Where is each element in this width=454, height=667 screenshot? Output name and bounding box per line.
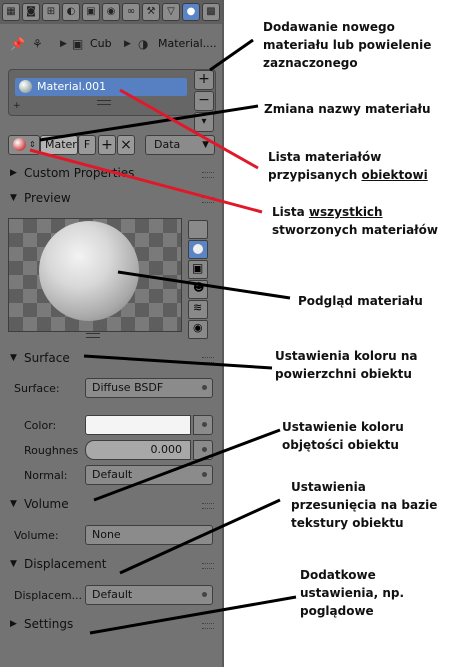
annotation-text: objętości obiektu bbox=[282, 438, 399, 452]
annotation-text: zaznaczonego bbox=[263, 56, 358, 70]
annotation-volume: Ustawienie koloru objętości obiektu bbox=[282, 418, 404, 454]
line-volume bbox=[93, 428, 281, 502]
annotation-text: Dodatkowe bbox=[300, 568, 376, 582]
annotation-preview: Podgląd materiału bbox=[298, 292, 423, 310]
annotation-text: powierzchni obiektu bbox=[275, 367, 412, 381]
annotation-object-list: Lista materiałów przypisanych obiektowi bbox=[268, 148, 428, 184]
annotation-text: Lista bbox=[272, 205, 309, 219]
annotation-text: ustawienia, np. bbox=[300, 586, 405, 600]
annotation-text: Dodawanie nowego bbox=[263, 20, 395, 34]
line-displacement bbox=[119, 498, 281, 575]
line-all-list bbox=[29, 148, 263, 214]
annotation-surface: Ustawienia koloru na powierzchni obiektu bbox=[275, 347, 418, 383]
annotation-text: Zmiana nazwy materiału bbox=[264, 102, 431, 116]
line-object-list bbox=[119, 88, 259, 170]
line-add-material bbox=[209, 38, 254, 72]
line-surface bbox=[83, 354, 273, 370]
line-preview bbox=[117, 270, 291, 300]
annotation-settings: Dodatkowe ustawienia, np. poglądowe bbox=[300, 566, 404, 620]
line-rename bbox=[39, 104, 259, 142]
annotation-text: przesunięcia na bazie bbox=[291, 498, 438, 512]
annotation-text: Ustawienia bbox=[291, 480, 366, 494]
annotation-text: poglądowe bbox=[300, 604, 374, 618]
annotation-text: Ustawienia koloru na bbox=[275, 349, 418, 363]
annotation-text: Ustawienie koloru bbox=[282, 420, 404, 434]
annotation-add-material: Dodawanie nowego materiału lub powieleni… bbox=[263, 18, 431, 72]
annotation-text: tekstury obiektu bbox=[291, 516, 404, 530]
annotation-text: przypisanych bbox=[268, 168, 362, 182]
line-settings bbox=[89, 595, 297, 635]
annotation-text: obiektowi bbox=[361, 168, 428, 182]
annotation-text: materiału lub powielenie bbox=[263, 38, 432, 52]
annotation-text: Podgląd materiału bbox=[298, 294, 423, 308]
annotation-text: wszystkich bbox=[308, 205, 383, 219]
annotation-text: stworzonych materiałów bbox=[272, 223, 438, 237]
annotation-text: Lista materiałów bbox=[268, 150, 382, 164]
annotation-displacement: Ustawienia przesunięcia na bazie tekstur… bbox=[291, 478, 437, 532]
annotation-all-list: Lista wszystkich stworzonych materiałów bbox=[272, 203, 438, 239]
annotation-rename: Zmiana nazwy materiału bbox=[264, 100, 431, 118]
